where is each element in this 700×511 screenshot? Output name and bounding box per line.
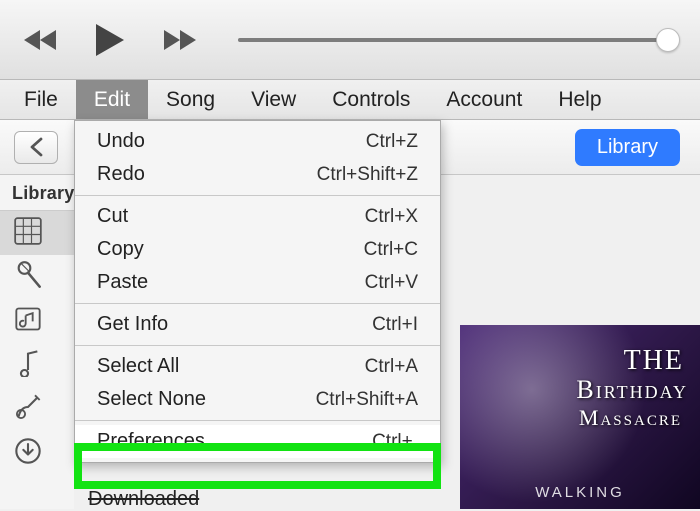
- menu-view[interactable]: View: [233, 80, 314, 119]
- album-icon: [14, 305, 42, 338]
- menu-item-copy[interactable]: Copy Ctrl+C: [75, 233, 440, 266]
- menu-file[interactable]: File: [6, 80, 76, 119]
- menu-item-label: Select All: [97, 355, 179, 378]
- album-artwork[interactable]: THE Birthday Massacre WALKING: [460, 325, 700, 509]
- menu-item-paste[interactable]: Paste Ctrl+V: [75, 266, 440, 299]
- menu-item-redo[interactable]: Redo Ctrl+Shift+Z: [75, 158, 440, 191]
- sidebar-songs[interactable]: [0, 343, 74, 387]
- menu-controls[interactable]: Controls: [314, 80, 428, 119]
- menu-separator: [75, 420, 440, 421]
- menu-item-select-none[interactable]: Select None Ctrl+Shift+A: [75, 383, 440, 416]
- menu-item-label: Undo: [97, 130, 145, 153]
- microphone-icon: [14, 261, 42, 294]
- rewind-button[interactable]: [22, 26, 62, 54]
- menu-item-shortcut: Ctrl+A: [365, 356, 418, 378]
- menu-item-get-info[interactable]: Get Info Ctrl+I: [75, 308, 440, 341]
- menu-item-shortcut: Ctrl+,: [372, 431, 418, 453]
- menu-item-shortcut: Ctrl+Shift+Z: [317, 164, 418, 186]
- menu-bar: File Edit Song View Controls Account Hel…: [0, 80, 700, 120]
- fast-forward-button[interactable]: [158, 26, 198, 54]
- sidebar-genres[interactable]: [0, 387, 74, 431]
- guitar-icon: [14, 393, 42, 426]
- music-note-icon: [14, 349, 42, 382]
- play-button[interactable]: [94, 22, 126, 58]
- menu-song[interactable]: Song: [148, 80, 233, 119]
- sidebar-artists[interactable]: [0, 255, 74, 299]
- menu-item-shortcut: Ctrl+I: [372, 314, 418, 336]
- album-text-line2: Birthday: [576, 375, 688, 405]
- menu-item-select-all[interactable]: Select All Ctrl+A: [75, 350, 440, 383]
- album-text-line1: THE: [624, 345, 684, 377]
- playback-toolbar: [0, 0, 700, 80]
- menu-item-undo[interactable]: Undo Ctrl+Z: [75, 125, 440, 158]
- back-button[interactable]: [14, 131, 58, 164]
- menu-separator: [75, 345, 440, 346]
- sidebar-recently-added[interactable]: [0, 211, 74, 255]
- menu-separator: [75, 303, 440, 304]
- menu-edit[interactable]: Edit: [76, 80, 148, 119]
- menu-item-shortcut: Ctrl+C: [364, 239, 418, 261]
- menu-item-label: Redo: [97, 163, 145, 186]
- menu-item-label: Preferences...: [97, 430, 222, 453]
- menu-item-cut[interactable]: Cut Ctrl+X: [75, 200, 440, 233]
- downloaded-label: Downloaded: [88, 488, 199, 511]
- menu-item-label: Copy: [97, 238, 144, 261]
- menu-item-shortcut: Ctrl+Shift+A: [316, 389, 418, 411]
- menu-separator: [75, 195, 440, 196]
- menu-account[interactable]: Account: [428, 80, 540, 119]
- sidebar: Library: [0, 175, 74, 509]
- menu-item-label: Select None: [97, 388, 206, 411]
- menu-item-shortcut: Ctrl+X: [365, 206, 418, 228]
- album-text-sub: WALKING: [535, 484, 625, 501]
- sidebar-albums[interactable]: [0, 299, 74, 343]
- menu-item-label: Cut: [97, 205, 128, 228]
- sidebar-downloaded[interactable]: [0, 431, 74, 475]
- menu-item-label: Paste: [97, 271, 148, 294]
- menu-item-preferences[interactable]: Preferences... Ctrl+,: [75, 425, 440, 458]
- menu-help[interactable]: Help: [540, 80, 619, 119]
- progress-knob[interactable]: [656, 28, 680, 52]
- edit-dropdown-menu: Undo Ctrl+Z Redo Ctrl+Shift+Z Cut Ctrl+X…: [74, 120, 441, 463]
- library-tab-button[interactable]: Library: [575, 129, 680, 166]
- album-text-line3: Massacre: [579, 405, 682, 431]
- sidebar-heading: Library: [0, 175, 74, 211]
- menu-item-shortcut: Ctrl+V: [365, 272, 418, 294]
- progress-slider[interactable]: [238, 38, 678, 42]
- menu-item-shortcut: Ctrl+Z: [366, 131, 418, 153]
- download-icon: [14, 437, 42, 470]
- menu-item-label: Get Info: [97, 313, 168, 336]
- grid-icon: [14, 217, 42, 250]
